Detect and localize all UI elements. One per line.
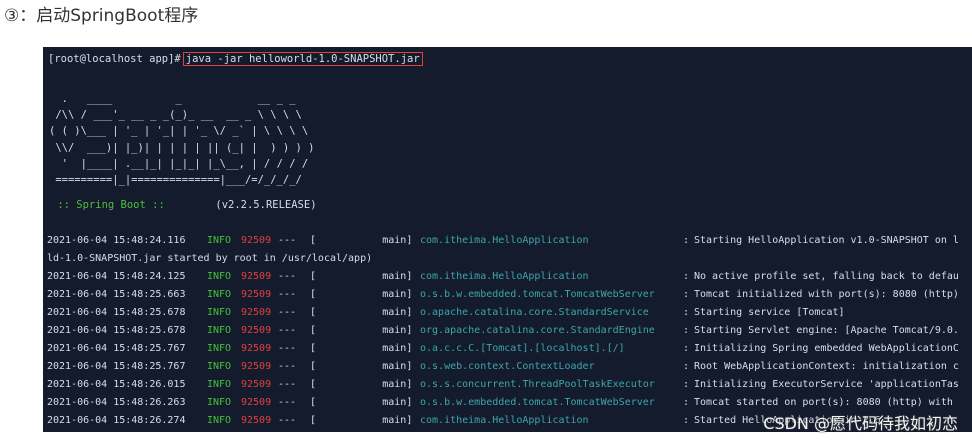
log-separator: ---	[278, 379, 297, 390]
log-level: INFO	[207, 289, 232, 300]
log-colon: :	[683, 325, 690, 336]
log-line: 2021-06-04 15:48:25.767 INFO 92509 --- [ mai…	[47, 358, 972, 376]
command-line: [root@localhost app]# java -jar helloworl…	[48, 51, 423, 67]
log-line: 2021-06-04 15:48:25.663 INFO 92509 --- [ mai…	[47, 286, 972, 304]
log-timestamp: 2021-06-04 15:48:25.678	[47, 325, 186, 336]
log-colon: :	[683, 343, 690, 354]
log-colon: :	[683, 307, 690, 318]
log-thread: [ main]	[310, 235, 413, 246]
log-line: 2021-06-04 15:48:24.116 INFO 92509 --- [ mai…	[47, 232, 972, 250]
log-timestamp: 2021-06-04 15:48:25.663	[47, 289, 186, 300]
log-logger: o.s.b.w.embedded.tomcat.TomcatWebServer	[420, 397, 655, 408]
log-colon: :	[683, 379, 690, 390]
log-colon: :	[683, 289, 690, 300]
log-thread: [ main]	[310, 379, 413, 390]
log-level: INFO	[207, 235, 232, 246]
log-pid: 92509	[241, 235, 272, 246]
log-level: INFO	[207, 325, 232, 336]
log-message: Starting HelloApplication v1.0-SNAPSHOT …	[694, 235, 959, 246]
log-separator: ---	[278, 361, 297, 372]
log-logger: o.s.b.w.embedded.tomcat.TomcatWebServer	[420, 289, 655, 300]
log-thread: [ main]	[310, 343, 413, 354]
log-level: INFO	[207, 307, 232, 318]
log-line: 2021-06-04 15:48:25.767 INFO 92509 --- [ mai…	[47, 340, 972, 358]
log-message: Initializing ExecutorService 'applicatio…	[694, 379, 959, 390]
log-message: Initializing Spring embedded WebApplicat…	[694, 343, 959, 354]
log-continuation-line: ld-1.0-SNAPSHOT.jar started by root in /…	[47, 250, 972, 268]
log-pid: 92509	[241, 397, 272, 408]
log-logger: o.s.web.context.ContextLoader	[420, 361, 595, 372]
log-pid: 92509	[241, 379, 272, 390]
log-message: Tomcat initialized with port(s): 8080 (h…	[694, 289, 959, 300]
log-line: 2021-06-04 15:48:24.125 INFO 92509 --- [ mai…	[47, 268, 972, 286]
log-message: Root WebApplicationContext: initializati…	[694, 361, 959, 372]
log-separator: ---	[278, 271, 297, 282]
log-timestamp: 2021-06-04 15:48:26.263	[47, 397, 186, 408]
log-colon: :	[683, 235, 690, 246]
log-thread: [ main]	[310, 415, 413, 426]
log-level: INFO	[207, 379, 232, 390]
log-pid: 92509	[241, 325, 272, 336]
log-timestamp: 2021-06-04 15:48:25.767	[47, 361, 186, 372]
log-colon: :	[683, 397, 690, 408]
log-separator: ---	[278, 307, 297, 318]
spring-boot-version-line: :: Spring Boot :: (v2.2.5.RELEASE)	[51, 197, 317, 213]
log-logger: com.itheima.HelloApplication	[420, 235, 589, 246]
log-timestamp: 2021-06-04 15:48:24.116	[47, 235, 186, 246]
section-heading: ③：启动SpringBoot程序	[4, 6, 199, 26]
log-logger: o.a.c.c.C.[Tomcat].[localhost].[/]	[420, 343, 625, 354]
log-thread: [ main]	[310, 361, 413, 372]
log-separator: ---	[278, 235, 297, 246]
log-separator: ---	[278, 289, 297, 300]
log-wrapped-text: ld-1.0-SNAPSHOT.jar started by root in /…	[47, 253, 373, 264]
log-level: INFO	[207, 397, 232, 408]
log-timestamp: 2021-06-04 15:48:24.125	[47, 271, 186, 282]
log-separator: ---	[278, 415, 297, 426]
log-separator: ---	[278, 397, 297, 408]
log-timestamp: 2021-06-04 15:48:26.274	[47, 415, 186, 426]
log-level: INFO	[207, 271, 232, 282]
shell-prompt: [root@localhost app]#	[48, 53, 181, 65]
log-thread: [ main]	[310, 289, 413, 300]
log-thread: [ main]	[310, 307, 413, 318]
log-timestamp: 2021-06-04 15:48:26.015	[47, 379, 186, 390]
log-colon: :	[683, 361, 690, 372]
log-output: 2021-06-04 15:48:24.116 INFO 92509 --- [ mai…	[47, 232, 972, 430]
log-logger: org.apache.catalina.core.StandardEngine	[420, 325, 655, 336]
spring-ascii-banner: . ____ _ __ _ _ /\\ / ___'_ __ _ _(_)_ _…	[49, 93, 315, 187]
log-pid: 92509	[241, 343, 272, 354]
log-pid: 92509	[241, 307, 272, 318]
log-message: Starting Servlet engine: [Apache Tomcat/…	[694, 325, 959, 336]
log-colon: :	[683, 271, 690, 282]
log-line: 2021-06-04 15:48:25.678 INFO 92509 --- [ mai…	[47, 304, 972, 322]
log-logger: o.apache.catalina.core.StandardService	[420, 307, 649, 318]
log-level: INFO	[207, 343, 232, 354]
log-logger: o.s.s.concurrent.ThreadPoolTaskExecutor	[420, 379, 655, 390]
csdn-watermark: CSDN @愿代码待我如初恋	[763, 414, 958, 433]
log-level: INFO	[207, 361, 232, 372]
log-thread: [ main]	[310, 271, 413, 282]
log-line: 2021-06-04 15:48:26.015 INFO 92509 --- [ mai…	[47, 376, 972, 394]
log-pid: 92509	[241, 271, 272, 282]
log-logger: com.itheima.HelloApplication	[420, 415, 589, 426]
log-line: 2021-06-04 15:48:25.678 INFO 92509 --- [ mai…	[47, 322, 972, 340]
spring-boot-label: :: Spring Boot ::	[51, 199, 172, 211]
log-thread: [ main]	[310, 397, 413, 408]
spring-boot-version: (v2.2.5.RELEASE)	[215, 199, 317, 211]
log-separator: ---	[278, 325, 297, 336]
log-message: No active profile set, falling back to d…	[694, 271, 959, 282]
log-message: Starting service [Tomcat]	[694, 307, 845, 318]
log-separator: ---	[278, 343, 297, 354]
terminal-window[interactable]: [root@localhost app]# java -jar helloworl…	[43, 47, 972, 432]
log-pid: 92509	[241, 289, 272, 300]
log-timestamp: 2021-06-04 15:48:25.678	[47, 307, 186, 318]
log-level: INFO	[207, 415, 232, 426]
log-colon: :	[683, 415, 690, 426]
log-pid: 92509	[241, 415, 272, 426]
log-thread: [ main]	[310, 325, 413, 336]
log-pid: 92509	[241, 361, 272, 372]
log-timestamp: 2021-06-04 15:48:25.767	[47, 343, 186, 354]
highlighted-command: java -jar helloworld-1.0-SNAPSHOT.jar	[182, 52, 423, 66]
log-logger: com.itheima.HelloApplication	[420, 271, 589, 282]
